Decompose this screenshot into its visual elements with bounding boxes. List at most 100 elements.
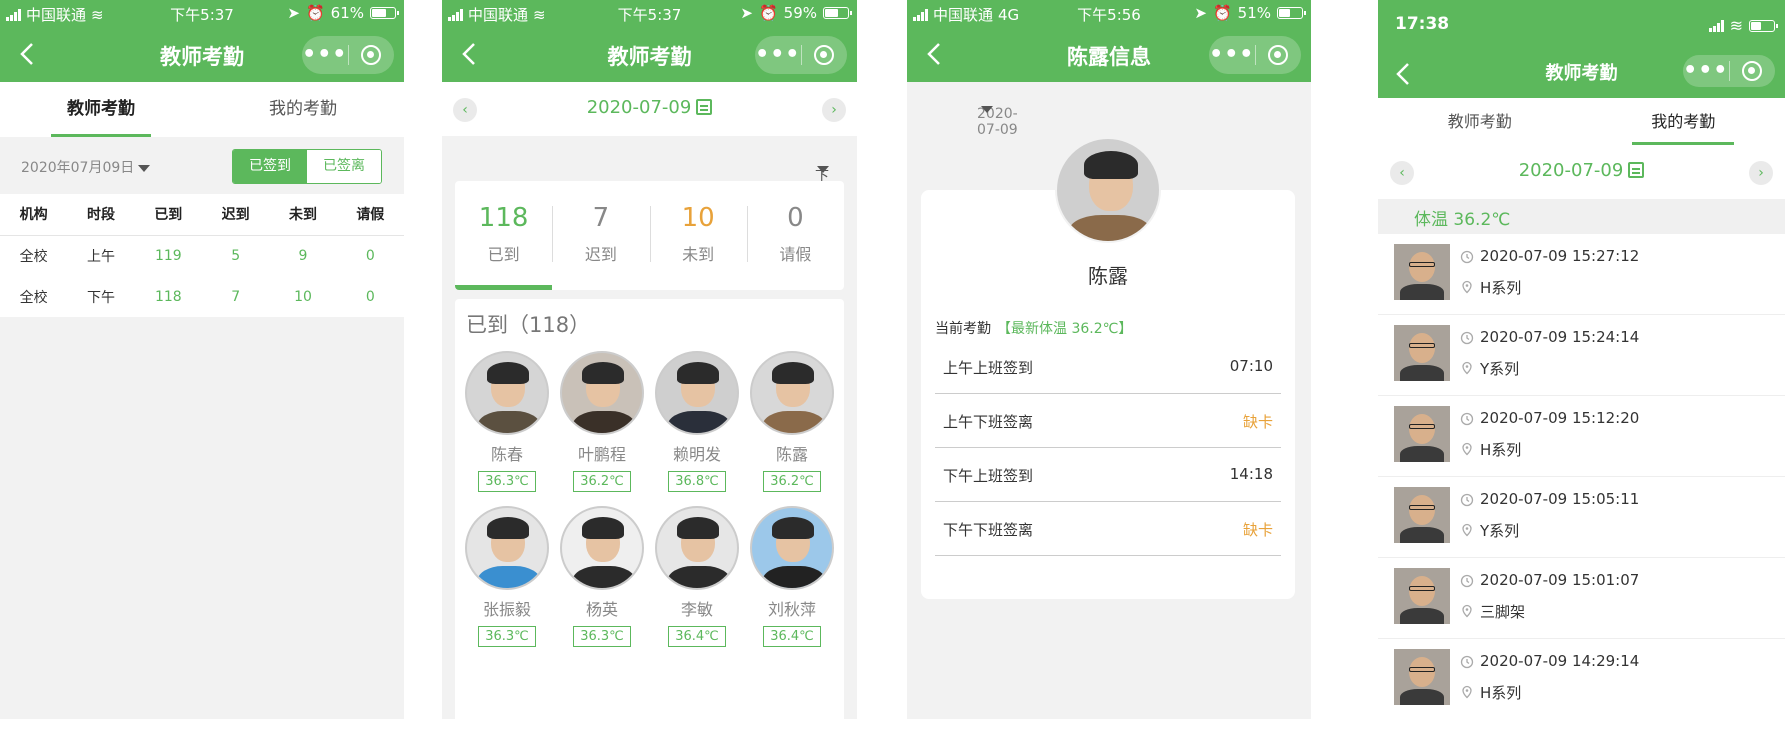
- date-display[interactable]: 2020-07-09: [1378, 160, 1785, 181]
- avatar: [465, 506, 549, 590]
- date-switcher: ‹ 2020-07-09 ›: [1378, 145, 1785, 199]
- tab-my-attendance[interactable]: 我的考勤: [202, 82, 404, 137]
- cell: 0: [365, 247, 375, 264]
- stat-absent[interactable]: 10 未到: [649, 181, 747, 290]
- battery-percent: 51%: [1237, 4, 1271, 22]
- location-pin-icon: [1462, 361, 1472, 375]
- close-target-icon[interactable]: [801, 45, 847, 65]
- active-stat-indicator: [455, 285, 552, 290]
- person-card[interactable]: 张振毅 36.3℃: [465, 506, 549, 647]
- signal-icon: [1708, 19, 1724, 32]
- person-card[interactable]: 李敏 36.4℃: [655, 506, 739, 647]
- checkin-time: 2020-07-09 15:05:11: [1480, 490, 1640, 508]
- checkin-location: H系列: [1480, 684, 1522, 702]
- date-value: 2020-07-09: [1518, 160, 1624, 181]
- person-name: 陈春: [490, 445, 523, 464]
- date-display[interactable]: 2020-07-09: [442, 97, 857, 118]
- cell: 下午: [86, 289, 115, 306]
- battery-percent: 59%: [783, 4, 817, 22]
- cell: 10: [294, 288, 312, 305]
- record-list: 上午上班签到 07:10 上午下班签离 缺卡 下午上班签到 14:18 下午下班签离缺…: [935, 340, 1281, 556]
- list-header: 已到（118）: [466, 313, 591, 337]
- temperature-badge: 36.2℃: [573, 471, 631, 492]
- person-name: 陈露: [1088, 264, 1128, 288]
- caret-down-icon: [817, 166, 829, 173]
- checkin-record-list: 2020-07-09 15:27:12 H系列 2020-07-09 15:24:1…: [1378, 234, 1785, 719]
- clock-icon: [1460, 655, 1474, 669]
- stat-label: 迟到: [584, 245, 617, 264]
- nav-bar: 陈露信息 •••: [907, 27, 1311, 82]
- stat-leave[interactable]: 0 请假: [746, 181, 844, 290]
- stat-value: 7: [592, 203, 610, 233]
- temperature-badge: 36.3℃: [478, 626, 536, 647]
- mini-program-capsule: •••: [1209, 36, 1301, 74]
- record-value: 07:10: [1229, 357, 1273, 375]
- tab-teacher-attendance[interactable]: 教师考勤: [0, 82, 202, 137]
- temperature-badge: 36.3℃: [478, 471, 536, 492]
- person-card[interactable]: 刘秋萍 36.4℃: [750, 506, 834, 647]
- list-item[interactable]: 2020-07-09 15:12:20 H系列: [1378, 396, 1785, 477]
- stat-arrived[interactable]: 118 已到: [455, 181, 552, 290]
- list-item: 上午下班签离 缺卡: [935, 394, 1281, 448]
- checkin-location: Y系列: [1480, 360, 1520, 378]
- col-absent: 未到: [269, 194, 337, 236]
- clock-icon: [1460, 493, 1474, 507]
- close-target-icon[interactable]: [1255, 45, 1301, 65]
- screen-person-detail: 中国联通 4G 下午5:56 ➤ ⏰ 51% 陈露信息 ••• 2020-07-09 …: [907, 0, 1311, 719]
- table-row[interactable]: 全校 下午 118 7 10 0: [0, 276, 404, 317]
- close-target-icon[interactable]: [1729, 61, 1775, 81]
- list-item[interactable]: 2020-07-09 14:29:14 H系列: [1378, 639, 1785, 719]
- person-card[interactable]: 叶鹏程 36.2℃: [560, 351, 644, 492]
- arrived-list-card: 已到（118） 陈春 36.3℃ 叶鹏程 36.2℃ 赖明发 36.8℃ 陈露 36.2℃ 张振…: [455, 299, 844, 719]
- status-bar: 中国联通 4G 下午5:56 ➤ ⏰ 51%: [907, 0, 1311, 27]
- checkin-location: H系列: [1480, 279, 1522, 297]
- record-value: 缺卡: [1242, 521, 1273, 539]
- checkin-location: 三脚架: [1480, 603, 1526, 621]
- date-value: 2020年07月09日: [21, 160, 135, 176]
- temperature-badge: 36.4℃: [763, 626, 821, 647]
- tab-my-attendance[interactable]: 我的考勤: [1582, 98, 1785, 145]
- more-icon[interactable]: •••: [302, 44, 348, 66]
- next-date-icon[interactable]: ›: [1749, 161, 1773, 185]
- person-card[interactable]: 陈春 36.3℃: [465, 351, 549, 492]
- stats-card: 118 已到 7 迟到 10 未到 0 请假: [455, 181, 844, 290]
- more-icon[interactable]: •••: [1209, 44, 1255, 66]
- temperature-badge: 36.4℃: [668, 626, 726, 647]
- tab-teacher-attendance[interactable]: 教师考勤: [1378, 98, 1582, 145]
- col-org: 机构: [0, 194, 68, 236]
- list-item[interactable]: 2020-07-09 15:27:12 H系列: [1378, 234, 1785, 315]
- cell: 5: [231, 247, 241, 264]
- list-item[interactable]: 2020-07-09 15:05:11 Y系列: [1378, 477, 1785, 558]
- more-icon[interactable]: •••: [1683, 60, 1729, 82]
- avatar: [655, 351, 739, 435]
- record-value: 14:18: [1229, 465, 1273, 483]
- caret-down-icon: [138, 164, 151, 172]
- segment-signed-out[interactable]: 已签离: [307, 150, 381, 183]
- more-icon[interactable]: •••: [755, 44, 801, 66]
- people-grid: 陈春 36.3℃ 叶鹏程 36.2℃ 赖明发 36.8℃ 陈露 36.2℃ 张振毅 36.3℃ 杨英…: [455, 339, 844, 659]
- list-item[interactable]: 2020-07-09 15:24:14 Y系列: [1378, 315, 1785, 396]
- close-target-icon[interactable]: [348, 45, 394, 65]
- temperature-badge: 36.8℃: [668, 471, 726, 492]
- person-card[interactable]: 赖明发 36.8℃: [655, 351, 739, 492]
- table-row[interactable]: 全校 上午 119 5 9 0: [0, 235, 404, 276]
- person-card[interactable]: 陈露 36.2℃: [750, 351, 834, 492]
- segment-signed-in[interactable]: 已签到: [233, 150, 307, 183]
- next-date-icon[interactable]: ›: [822, 98, 846, 122]
- location-icon: ➤: [740, 4, 753, 22]
- location-pin-icon: [1462, 523, 1472, 537]
- person-card[interactable]: 杨英 36.3℃: [560, 506, 644, 647]
- current-attendance: 当前考勤 【最新体温 36.2℃】: [935, 318, 1132, 338]
- face-photo: [1394, 487, 1450, 543]
- avatar: [560, 351, 644, 435]
- date-picker[interactable]: 2020年07月09日: [21, 157, 151, 177]
- cell: 119: [154, 247, 182, 264]
- screen-arrived-list: 中国联通 ≋ 下午5:37 ➤ ⏰ 59% 教师考勤 ••• ‹ 2020-07-09…: [442, 0, 857, 719]
- status-bar: 中国联通 ≋ 下午5:37 ➤ ⏰ 61%: [0, 0, 404, 27]
- stat-label: 未到: [682, 245, 715, 264]
- avatar: [560, 506, 644, 590]
- list-item[interactable]: 2020-07-09 15:01:07 三脚架: [1378, 558, 1785, 639]
- screen-my-attendance: 17:38 ≋ 教师考勤 ••• 教师考勤 我的考勤 ‹ 2020-07-09 …: [1378, 0, 1785, 719]
- checkin-time: 2020-07-09 15:12:20: [1480, 409, 1640, 427]
- stat-late[interactable]: 7 迟到: [552, 181, 649, 290]
